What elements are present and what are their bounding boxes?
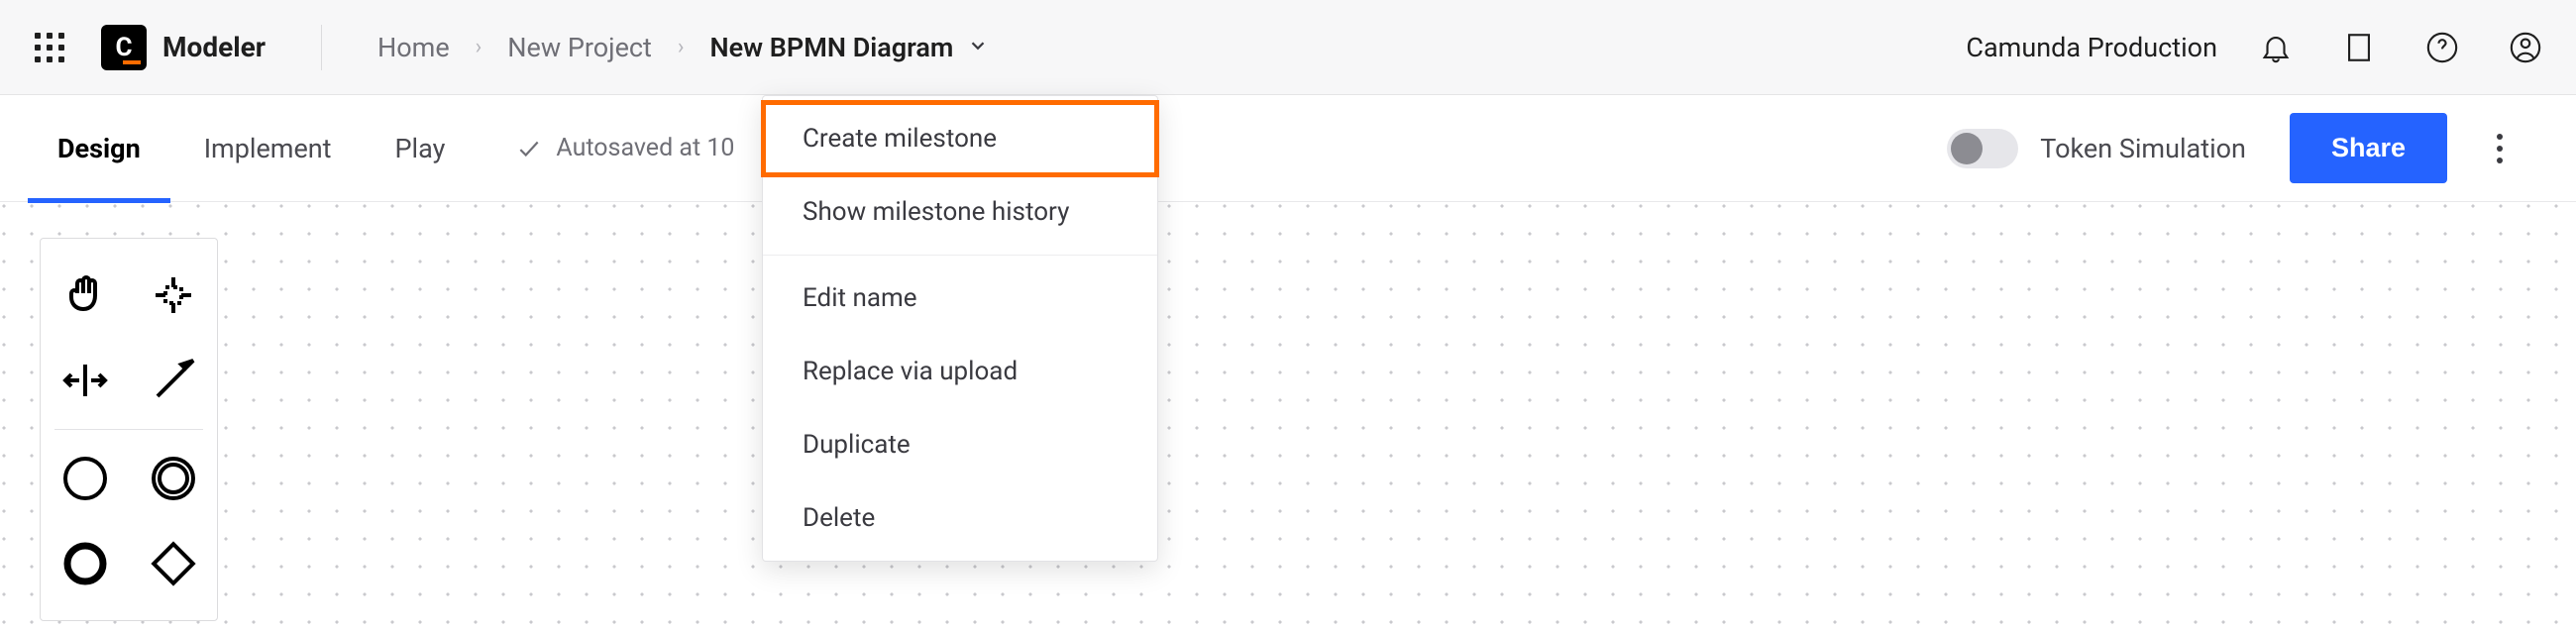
chevron-right-icon: › <box>678 35 685 59</box>
divider <box>321 25 322 70</box>
menu-show-milestone-history[interactable]: Show milestone history <box>763 175 1157 249</box>
bell-icon[interactable] <box>2257 29 2295 66</box>
tab-design[interactable]: Design <box>57 95 141 202</box>
token-simulation-toggle[interactable]: Token Simulation <box>1947 129 2246 168</box>
share-button[interactable]: Share <box>2290 113 2447 183</box>
canvas[interactable] <box>0 202 2576 633</box>
user-icon[interactable] <box>2507 29 2544 66</box>
org-name[interactable]: Camunda Production <box>1966 32 2217 63</box>
intermediate-event-icon[interactable] <box>129 436 217 521</box>
palette-divider <box>54 429 203 430</box>
tab-play[interactable]: Play <box>395 95 446 202</box>
help-icon[interactable] <box>2423 29 2461 66</box>
product-logo[interactable]: C <box>101 25 147 70</box>
menu-delete[interactable]: Delete <box>763 481 1157 555</box>
tab-implement[interactable]: Implement <box>204 95 332 202</box>
breadcrumb-current[interactable]: New BPMN Diagram <box>710 32 990 63</box>
start-event-icon[interactable] <box>41 436 129 521</box>
breadcrumb-current-label: New BPMN Diagram <box>710 32 954 63</box>
connect-tool-icon[interactable] <box>129 338 217 423</box>
end-event-icon[interactable] <box>41 521 129 606</box>
autosave-status: Autosaved at 10 <box>516 134 734 162</box>
diagram-actions-menu: Create milestone Show milestone history … <box>762 95 1158 562</box>
menu-create-milestone[interactable]: Create milestone <box>763 102 1157 175</box>
lasso-tool-icon[interactable] <box>129 253 217 338</box>
chevron-down-icon <box>967 32 989 63</box>
menu-duplicate[interactable]: Duplicate <box>763 408 1157 481</box>
breadcrumb-project[interactable]: New Project <box>507 32 652 63</box>
autosave-text: Autosaved at 10 <box>556 134 734 162</box>
gateway-icon[interactable] <box>129 521 217 606</box>
tab-bar: Design Implement Play Autosaved at 10 To… <box>0 95 2576 202</box>
more-menu-icon[interactable] <box>2481 130 2519 167</box>
top-bar: C Modeler Home › New Project › New BPMN … <box>0 0 2576 95</box>
toggle-switch[interactable] <box>1947 129 2018 168</box>
breadcrumb: Home › New Project › New BPMN Diagram <box>377 32 989 63</box>
toggle-label: Token Simulation <box>2040 133 2246 164</box>
app-switcher-icon[interactable] <box>32 30 67 65</box>
breadcrumb-home[interactable]: Home <box>377 32 450 63</box>
menu-edit-name[interactable]: Edit name <box>763 262 1157 335</box>
tool-palette <box>40 238 218 621</box>
hand-tool-icon[interactable] <box>41 253 129 338</box>
space-tool-icon[interactable] <box>41 338 129 423</box>
menu-replace-via-upload[interactable]: Replace via upload <box>763 335 1157 408</box>
chevron-right-icon: › <box>476 35 483 59</box>
building-icon[interactable] <box>2340 29 2378 66</box>
product-name: Modeler <box>162 31 266 63</box>
